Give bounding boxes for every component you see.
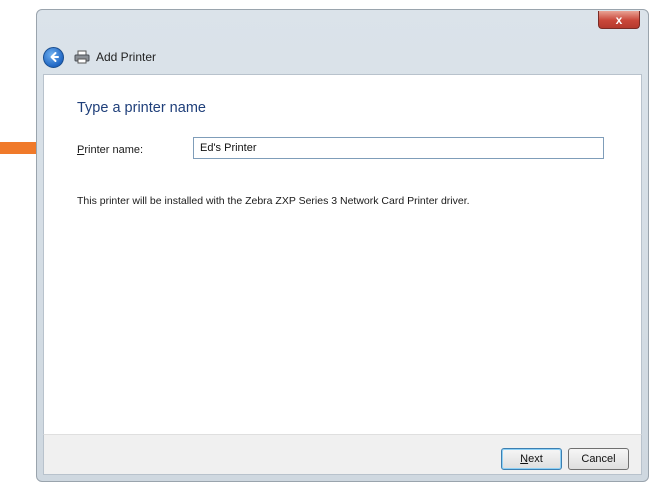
add-printer-window: x Add Printer Type a printer name Printe… xyxy=(36,9,649,482)
page-heading: Type a printer name xyxy=(77,100,206,116)
printer-name-label-text: rinter name: xyxy=(84,144,144,156)
dialog-title: Add Printer xyxy=(96,50,157,64)
driver-info-text: This printer will be installed with the … xyxy=(77,195,470,207)
title-bar: Add Printer xyxy=(43,46,642,68)
cancel-button[interactable]: Cancel xyxy=(568,448,629,470)
back-button[interactable] xyxy=(43,46,64,68)
close-icon: x xyxy=(615,12,623,27)
next-label-text: ext xyxy=(528,453,543,465)
next-button[interactable]: Next xyxy=(501,448,562,470)
printer-icon xyxy=(74,50,90,64)
wizard-content: Type a printer name Printer name: This p… xyxy=(43,74,642,434)
button-bar: Next Cancel xyxy=(43,434,642,475)
back-arrow-icon xyxy=(50,52,59,62)
printer-name-label: Printer name: xyxy=(77,144,143,156)
close-button[interactable]: x xyxy=(598,11,640,29)
next-accelerator: N xyxy=(520,453,529,465)
printer-name-input[interactable] xyxy=(193,137,604,159)
